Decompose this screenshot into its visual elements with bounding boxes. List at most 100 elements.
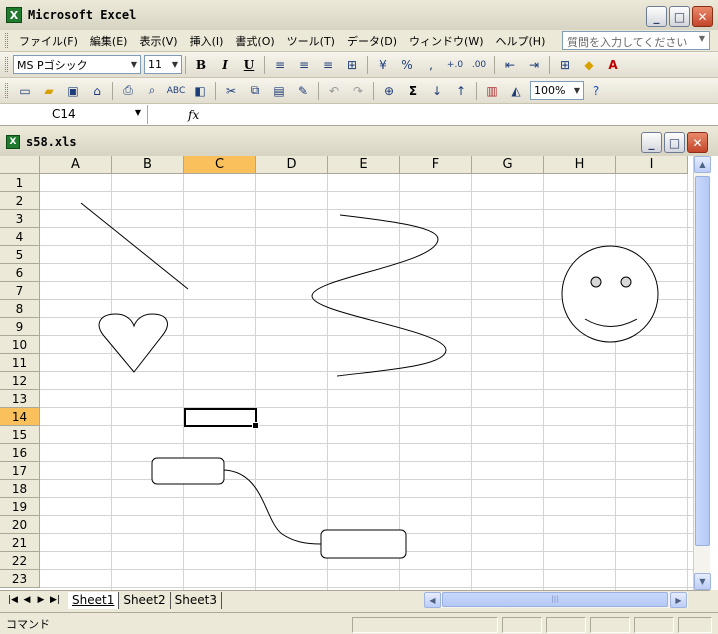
font-name-select[interactable]: MS Pゴシック ▼	[13, 55, 141, 74]
menu-edit[interactable]: 編集(E)	[84, 33, 134, 49]
excel-icon[interactable]: X	[6, 7, 22, 23]
menu-insert[interactable]: 挿入(I)	[184, 33, 230, 49]
row-header-6[interactable]: 6	[0, 264, 40, 282]
percent-button[interactable]: %	[396, 55, 418, 75]
open-folder-icon[interactable]: ▰	[38, 81, 60, 101]
column-header-i[interactable]: I	[616, 156, 688, 174]
insert-function-button[interactable]: fx	[188, 108, 208, 122]
formula-input[interactable]	[208, 105, 718, 124]
workbook-close-button[interactable]: ✕	[687, 132, 708, 153]
row-header-5[interactable]: 5	[0, 246, 40, 264]
help-search-input[interactable]: 質問を入力してください ▼	[562, 31, 710, 50]
cell-grid[interactable]	[40, 174, 693, 590]
fill-color-icon[interactable]: ◆	[578, 55, 600, 75]
menu-format[interactable]: 書式(O)	[229, 33, 280, 49]
underline-button[interactable]: U	[238, 55, 260, 75]
chevron-down-icon[interactable]: ▼	[574, 86, 580, 95]
column-header-a[interactable]: A	[40, 156, 112, 174]
bold-button[interactable]: B	[190, 55, 212, 75]
workbook-icon[interactable]: X	[6, 135, 20, 149]
row-header-16[interactable]: 16	[0, 444, 40, 462]
row-header-8[interactable]: 8	[0, 300, 40, 318]
menu-data[interactable]: データ(D)	[341, 33, 403, 49]
row-header-19[interactable]: 19	[0, 498, 40, 516]
scroll-down-icon[interactable]: ▼	[694, 573, 711, 590]
increase-decimal-icon[interactable]: +.0	[444, 55, 466, 75]
zoom-select[interactable]: 100% ▼	[530, 81, 584, 100]
prev-sheet-icon[interactable]: ◀	[20, 595, 34, 605]
font-size-select[interactable]: 11 ▼	[144, 55, 182, 74]
column-header-g[interactable]: G	[472, 156, 544, 174]
undo-icon[interactable]: ↶	[323, 81, 345, 101]
column-header-h[interactable]: H	[544, 156, 616, 174]
new-file-icon[interactable]: ▭	[14, 81, 36, 101]
row-header-13[interactable]: 13	[0, 390, 40, 408]
row-header-17[interactable]: 17	[0, 462, 40, 480]
sheet-tab-sheet1[interactable]: Sheet1	[68, 591, 120, 609]
row-header-9[interactable]: 9	[0, 318, 40, 336]
column-header-f[interactable]: F	[400, 156, 472, 174]
menu-window[interactable]: ウィンドウ(W)	[403, 33, 489, 49]
row-header-2[interactable]: 2	[0, 192, 40, 210]
next-sheet-icon[interactable]: ▶	[34, 595, 48, 605]
print-icon[interactable]: ⎙	[117, 81, 139, 101]
sort-descending-icon[interactable]: ↑	[450, 81, 472, 101]
align-left-icon[interactable]: ≡	[269, 55, 291, 75]
sort-ascending-icon[interactable]: ↓	[426, 81, 448, 101]
menu-help[interactable]: ヘルプ(H)	[490, 33, 552, 49]
copy-icon[interactable]: ⧉	[244, 81, 266, 101]
row-header-14[interactable]: 14	[0, 408, 40, 426]
row-header-12[interactable]: 12	[0, 372, 40, 390]
sheet-tab-sheet3[interactable]: Sheet3	[171, 591, 222, 609]
chevron-down-icon[interactable]: ▼	[131, 60, 137, 69]
italic-button[interactable]: I	[214, 55, 236, 75]
chevron-down-icon[interactable]: ▼	[172, 60, 178, 69]
chevron-down-icon[interactable]: ▼	[135, 108, 141, 117]
name-box[interactable]: C14 ▼	[0, 105, 148, 124]
hyperlink-icon[interactable]: ⊕	[378, 81, 400, 101]
currency-icon[interactable]: ¥	[372, 55, 394, 75]
row-header-10[interactable]: 10	[0, 336, 40, 354]
redo-icon[interactable]: ↷	[347, 81, 369, 101]
sheet-tab-sheet2[interactable]: Sheet2	[119, 591, 171, 609]
smiley-face-shape[interactable]	[561, 245, 659, 343]
spelling-icon[interactable]: ABC	[165, 81, 187, 101]
row-header-11[interactable]: 11	[0, 354, 40, 372]
horizontal-scrollbar[interactable]: ◀ ||| ▶	[424, 592, 688, 608]
menu-view[interactable]: 表示(V)	[133, 33, 183, 49]
paste-icon[interactable]: ▤	[268, 81, 290, 101]
scroll-left-icon[interactable]: ◀	[424, 592, 441, 608]
column-header-e[interactable]: E	[328, 156, 400, 174]
menu-tools[interactable]: ツール(T)	[281, 33, 341, 49]
research-icon[interactable]: ◧	[189, 81, 211, 101]
chevron-down-icon[interactable]: ▼	[699, 34, 705, 47]
increase-indent-icon[interactable]: ⇥	[523, 55, 545, 75]
first-sheet-icon[interactable]: |◀	[6, 595, 20, 605]
workbook-restore-button[interactable]: □	[664, 132, 685, 153]
horizontal-scroll-thumb[interactable]: |||	[442, 592, 668, 607]
row-header-20[interactable]: 20	[0, 516, 40, 534]
toolbar-grip[interactable]	[5, 57, 8, 72]
borders-icon[interactable]: ⊞	[554, 55, 576, 75]
scroll-up-icon[interactable]: ▲	[694, 156, 711, 173]
align-right-icon[interactable]: ≡	[317, 55, 339, 75]
scroll-right-icon[interactable]: ▶	[670, 592, 687, 608]
column-header-b[interactable]: B	[112, 156, 184, 174]
format-painter-icon[interactable]: ✎	[292, 81, 314, 101]
comma-button[interactable]: ,	[420, 55, 442, 75]
minimize-button[interactable]: _	[646, 6, 667, 27]
merge-center-icon[interactable]: ⊞	[341, 55, 363, 75]
decrease-decimal-icon[interactable]: .00	[468, 55, 490, 75]
row-header-21[interactable]: 21	[0, 534, 40, 552]
row-header-3[interactable]: 3	[0, 210, 40, 228]
toolbar-grip[interactable]	[5, 33, 8, 48]
help-icon[interactable]: ?	[585, 81, 607, 101]
row-header-4[interactable]: 4	[0, 228, 40, 246]
worksheet[interactable]: ABCDEFGHI 1 2 3 4 5 6 7 8 9 10 11 12 13 14 15 16 17 18 19 2…	[0, 156, 718, 590]
row-header-7[interactable]: 7	[0, 282, 40, 300]
row-header-15[interactable]: 15	[0, 426, 40, 444]
rounded-rectangle-2[interactable]	[320, 529, 407, 559]
column-header-d[interactable]: D	[256, 156, 328, 174]
toolbar-grip[interactable]	[5, 83, 8, 98]
chart-wizard-icon[interactable]: ▥	[481, 81, 503, 101]
